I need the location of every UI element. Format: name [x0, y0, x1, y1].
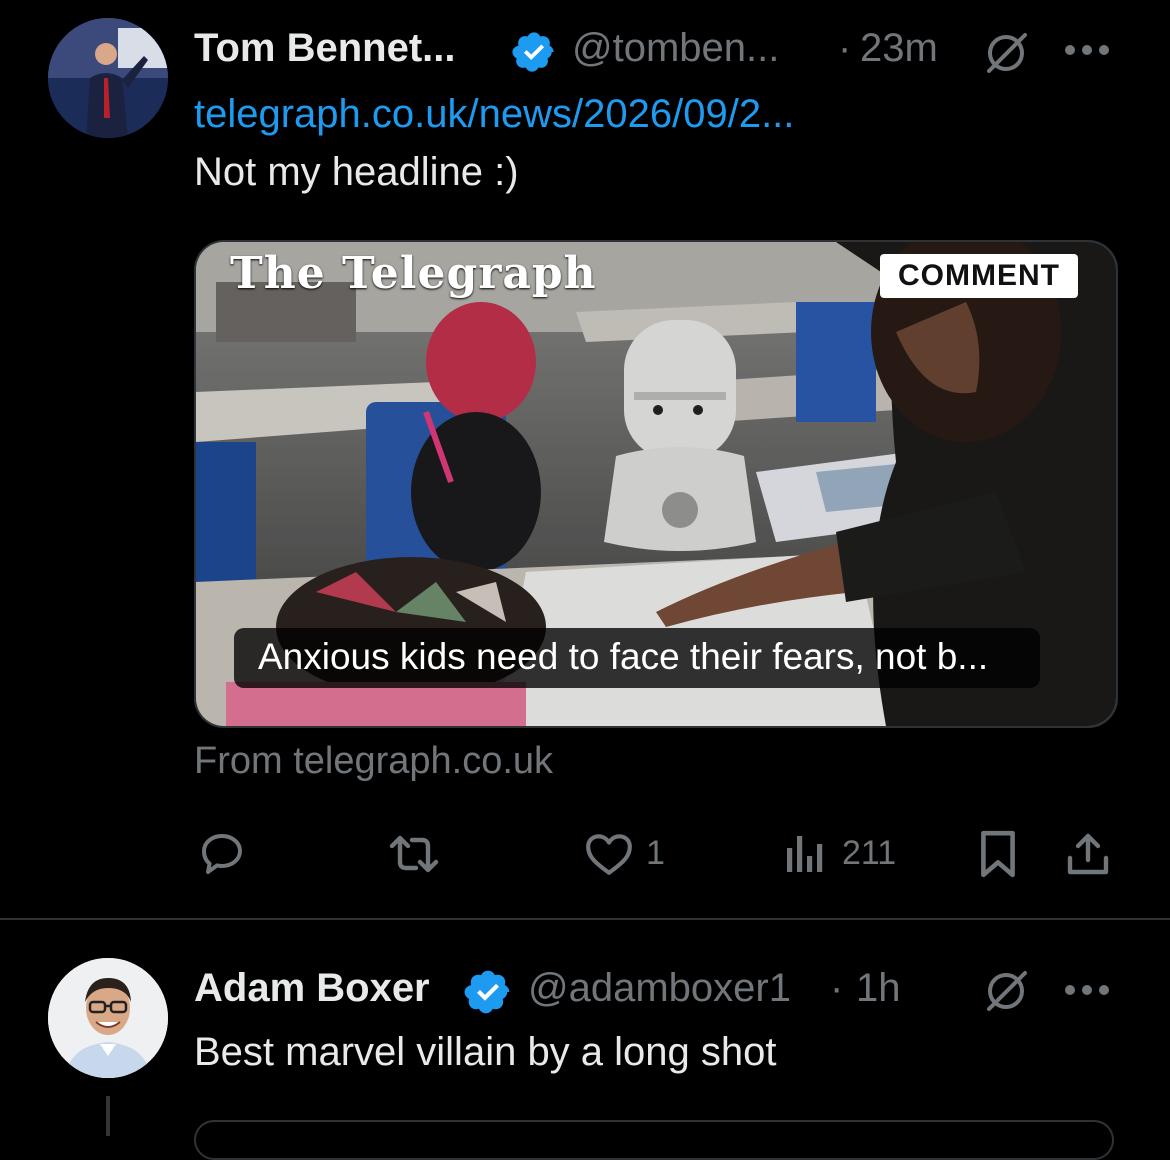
bookmark-button[interactable]	[970, 826, 1026, 882]
separator: ·	[830, 966, 844, 1010]
views-icon	[787, 836, 823, 872]
link-card[interactable]: The Telegraph COMMENT Anxious kids need …	[194, 240, 1118, 728]
author-handle[interactable]: @tomben...	[572, 26, 779, 71]
post-adam[interactable]: Adam Boxer @adamboxer1 · 1h Best marvel …	[0, 920, 1170, 1160]
like-icon	[586, 834, 632, 875]
reply-icon	[202, 834, 242, 874]
card-source[interactable]: From telegraph.co.uk	[194, 740, 553, 783]
post-text: Not my headline :)	[194, 150, 519, 194]
post-time[interactable]: 23m	[860, 26, 938, 71]
post-text: Best marvel villain by a long shot	[194, 1030, 777, 1074]
thread-line	[106, 1096, 110, 1136]
share-button[interactable]	[1060, 826, 1116, 882]
views-count: 211	[842, 834, 897, 872]
article-link[interactable]: telegraph.co.uk/news/2026/09/2...	[194, 92, 794, 137]
avatar[interactable]	[48, 18, 168, 138]
share-icon	[1067, 833, 1109, 875]
card-caption: Anxious kids need to face their fears, n…	[234, 628, 1040, 688]
views-button[interactable]	[780, 826, 830, 882]
avatar[interactable]	[48, 958, 168, 1078]
post-tom[interactable]: Tom Bennet... @tomben... · 23m telegraph…	[0, 0, 1170, 918]
post-time[interactable]: 1h	[856, 966, 901, 1011]
like-button[interactable]	[580, 826, 638, 882]
author-name[interactable]: Adam Boxer	[194, 966, 430, 1011]
more-icon[interactable]	[1060, 970, 1114, 1010]
repost-icon	[389, 835, 439, 873]
grok-icon[interactable]	[978, 964, 1034, 1016]
bookmark-icon	[981, 830, 1015, 878]
separator: ·	[838, 26, 852, 70]
verified-badge-icon	[462, 966, 514, 1018]
publisher-logo: The Telegraph	[230, 248, 597, 299]
embedded-card-edge	[194, 1120, 1114, 1160]
grok-icon[interactable]	[978, 26, 1034, 78]
like-count: 1	[646, 834, 665, 872]
verified-badge-icon	[510, 28, 558, 76]
repost-button[interactable]	[384, 826, 444, 882]
comment-badge: COMMENT	[880, 254, 1078, 298]
author-name[interactable]: Tom Bennet...	[194, 26, 455, 71]
reply-button[interactable]	[194, 826, 250, 882]
author-handle[interactable]: @adamboxer1	[528, 966, 791, 1011]
more-icon[interactable]	[1060, 30, 1114, 70]
